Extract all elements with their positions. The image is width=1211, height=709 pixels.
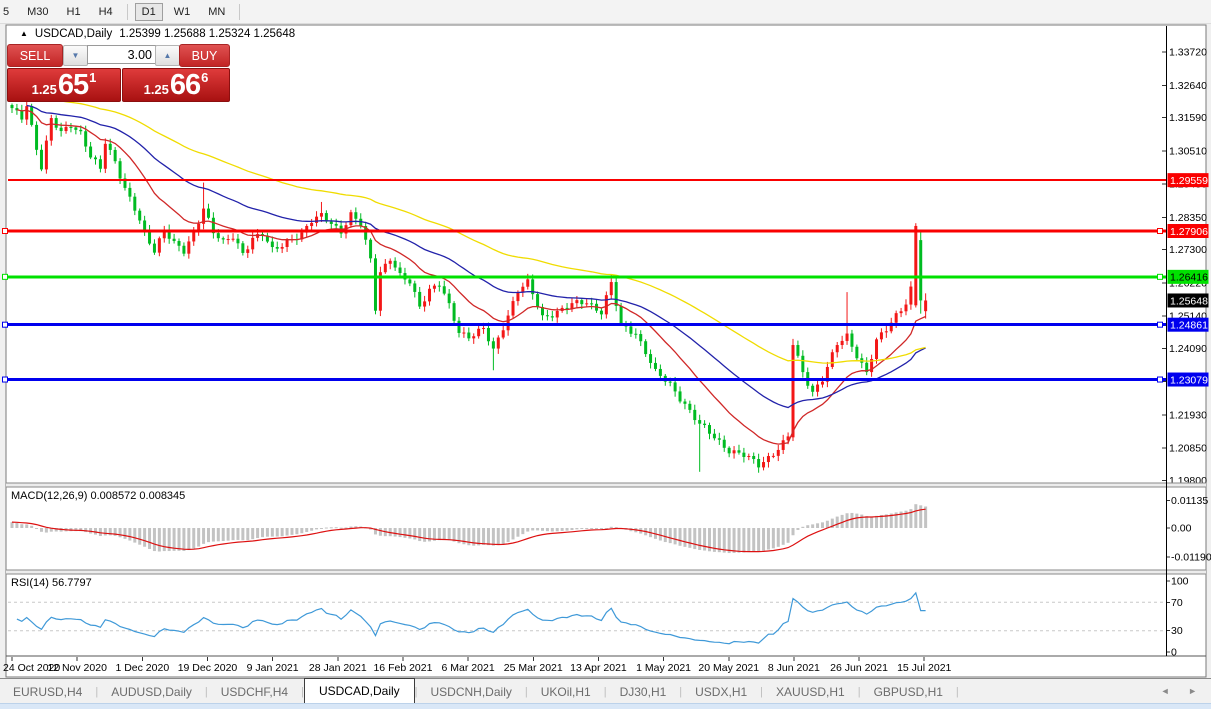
svg-text:6 Mar 2021: 6 Mar 2021 [442, 662, 495, 674]
svg-text:20 May 2021: 20 May 2021 [698, 662, 759, 674]
svg-text:9 Jan 2021: 9 Jan 2021 [247, 662, 299, 674]
svg-text:1.29559: 1.29559 [1170, 175, 1208, 187]
svg-text:1.26416: 1.26416 [1170, 272, 1208, 284]
buy-price-big: 66 [169, 69, 201, 101]
tab-usdx-h1[interactable]: USDX,H1 [682, 681, 760, 703]
svg-text:28 Jan 2021: 28 Jan 2021 [309, 662, 367, 674]
svg-text:16 Feb 2021: 16 Feb 2021 [373, 662, 432, 674]
svg-text:1.20850: 1.20850 [1169, 443, 1207, 455]
sell-price-small: 1.25 [31, 82, 57, 97]
svg-text:13 Apr 2021: 13 Apr 2021 [570, 662, 627, 674]
svg-text:1.25648: 1.25648 [1170, 295, 1208, 307]
tab-xauusd-h1[interactable]: XAUUSD,H1 [763, 681, 858, 703]
tab-usdcad-daily[interactable]: USDCAD,Daily [303, 678, 415, 704]
tab-usdchf-h4[interactable]: USDCHF,H4 [208, 681, 301, 703]
svg-text:15 Jul 2021: 15 Jul 2021 [897, 662, 951, 674]
tab-ukoil-h1[interactable]: UKOil,H1 [528, 681, 604, 703]
chart-tab-bar: EURUSD,H4 | AUDUSD,Daily | USDCHF,H4 | USDCAD,… [0, 678, 1211, 704]
sell-button[interactable]: SELL [7, 44, 63, 67]
svg-text:0: 0 [1171, 647, 1177, 659]
tab-usdcnh-daily[interactable]: USDCNH,Daily [418, 681, 525, 703]
chart-header: ▲ USDCAD,Daily 1.25399 1.25688 1.25324 1… [20, 28, 295, 40]
volume-input[interactable] [87, 45, 156, 64]
svg-text:0.01135: 0.01135 [1171, 495, 1208, 507]
collapse-quote-panel-icon[interactable]: ▲ [20, 29, 28, 38]
tab-dj30-h1[interactable]: DJ30,H1 [607, 681, 680, 703]
svg-text:8 Jun 2021: 8 Jun 2021 [768, 662, 820, 674]
rsi-indicator-label: RSI(14) 56.7797 [11, 577, 92, 589]
svg-text:1.32640: 1.32640 [1169, 80, 1207, 92]
svg-text:1.31590: 1.31590 [1169, 112, 1207, 124]
svg-text:1.30510: 1.30510 [1169, 145, 1207, 157]
svg-text:1.24090: 1.24090 [1169, 343, 1207, 355]
svg-text:1.27300: 1.27300 [1169, 244, 1207, 256]
tab-separator: | [955, 685, 959, 698]
tab-scroll-right-icon[interactable]: ► [1188, 686, 1205, 696]
chart-symbol-label: USDCAD,Daily [34, 28, 113, 40]
sell-price-sup: 1 [89, 70, 97, 85]
svg-text:30: 30 [1171, 625, 1183, 637]
svg-text:26 Jun 2021: 26 Jun 2021 [830, 662, 888, 674]
volume-increase-button[interactable]: ▲ [155, 45, 180, 66]
tab-eurusd-h4[interactable]: EURUSD,H4 [0, 681, 95, 703]
macd-indicator-label: MACD(12,26,9) 0.008572 0.008345 [11, 490, 186, 502]
svg-text:1.23079: 1.23079 [1170, 374, 1208, 386]
buy-price-button[interactable]: 1.25 66 6 [122, 68, 230, 102]
svg-text:1 May 2021: 1 May 2021 [636, 662, 691, 674]
tab-gbpusd-h1[interactable]: GBPUSD,H1 [861, 681, 956, 703]
svg-text:19 Dec 2020: 19 Dec 2020 [178, 662, 238, 674]
chart-ohlc-values: 1.25399 1.25688 1.25324 1.25648 [119, 28, 296, 40]
svg-text:25 Mar 2021: 25 Mar 2021 [504, 662, 563, 674]
chart-canvas[interactable]: 1.337201.326401.315901.305101.294301.283… [0, 0, 1211, 708]
volume-decrease-icon: ▼ [71, 51, 80, 60]
buy-price-small: 1.25 [143, 82, 169, 97]
buy-button[interactable]: BUY [179, 44, 230, 67]
svg-text:-0.011904: -0.011904 [1171, 552, 1211, 564]
volume-increase-icon: ▲ [163, 51, 172, 60]
sell-price-button[interactable]: 1.25 65 1 [7, 68, 121, 102]
svg-text:1.24861: 1.24861 [1170, 319, 1208, 331]
svg-text:100: 100 [1171, 576, 1189, 588]
volume-decrease-button[interactable]: ▼ [63, 45, 88, 66]
tab-scroll-left-icon[interactable]: ◄ [1161, 686, 1178, 696]
buy-price-sup: 6 [201, 70, 209, 85]
svg-text:1.27906: 1.27906 [1170, 226, 1208, 238]
svg-text:12 Nov 2020: 12 Nov 2020 [47, 662, 107, 674]
one-click-trading-panel: SELL ▼ ▲ BUY 1.25 65 1 1.25 66 6 [7, 43, 230, 102]
tab-scroll-arrows[interactable]: ◄ ► [1161, 686, 1205, 696]
svg-text:1.21930: 1.21930 [1169, 409, 1207, 421]
svg-text:1.33720: 1.33720 [1169, 47, 1207, 59]
svg-text:1 Dec 2020: 1 Dec 2020 [115, 662, 169, 674]
svg-text:70: 70 [1171, 597, 1183, 609]
window-bottom-edge [0, 703, 1211, 709]
svg-text:0.00: 0.00 [1171, 523, 1192, 535]
tab-audusd-daily[interactable]: AUDUSD,Daily [98, 681, 205, 703]
sell-price-big: 65 [57, 69, 89, 101]
svg-text:1.28350: 1.28350 [1169, 212, 1207, 224]
